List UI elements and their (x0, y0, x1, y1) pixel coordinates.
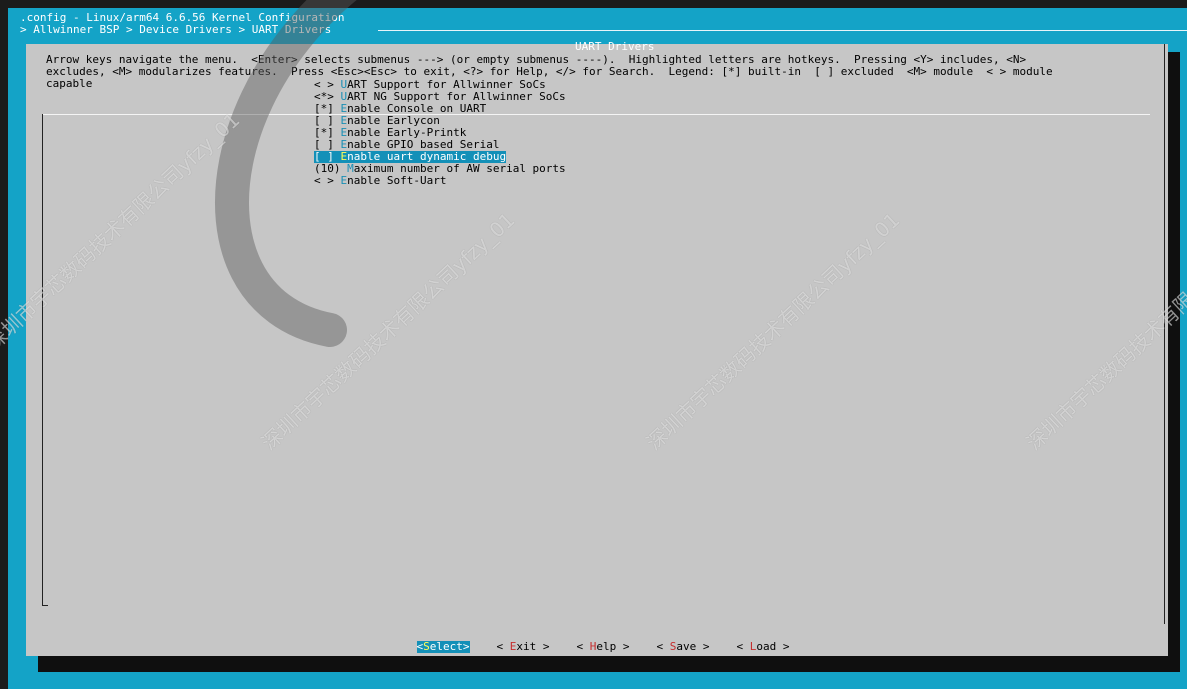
menu-dialog: UART Drivers Arrow keys navigate the men… (26, 40, 1168, 656)
breadcrumb: > Allwinner BSP > Device Drivers > UART … (20, 23, 332, 36)
save-button[interactable]: < Save > (657, 641, 710, 653)
menu-box-bottom-corner (42, 605, 48, 606)
menu-item-label: nable Soft-Uart (347, 174, 447, 187)
exit-button[interactable]: < Exit > (497, 641, 550, 653)
select-button[interactable]: <Select> (416, 641, 470, 653)
dialog-shadow (1168, 52, 1180, 664)
menu-box-top-border (42, 114, 1150, 115)
dialog-title: UART Drivers (575, 40, 655, 53)
load-button[interactable]: < Load > (737, 641, 790, 653)
dialog-right-border (1164, 44, 1165, 624)
breadcrumb-rule (378, 30, 1187, 31)
menu-list: < > UART Support for Allwinner SoCs <*> U… (314, 79, 566, 187)
menu-item[interactable]: < > Enable Soft-Uart (314, 175, 566, 187)
button-bar: <Select> < Exit > < Help > < Save > < Load > (390, 629, 817, 665)
menu-item-state: < > (314, 174, 341, 187)
menu-box (42, 114, 1150, 606)
help-button[interactable]: < Help > (577, 641, 630, 653)
help-text: Arrow keys navigate the menu. <Enter> se… (46, 53, 1053, 90)
menu-box-left-border (42, 114, 43, 606)
